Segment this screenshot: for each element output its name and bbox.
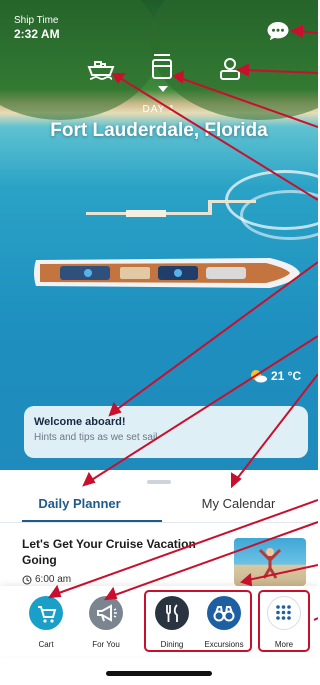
event-title[interactable]: Let's Get Your Cruise Vacation Going	[22, 536, 202, 568]
event-time-row: 6:00 am	[22, 574, 71, 585]
grid-icon	[276, 605, 291, 620]
ship-icon	[87, 61, 115, 80]
chat-icon	[267, 22, 289, 41]
tab-daily-planner[interactable]: Daily Planner	[0, 496, 159, 520]
event-thumbnail[interactable]	[234, 538, 306, 586]
day-label: DAY 1	[142, 104, 176, 115]
pier-illustration	[86, 200, 256, 217]
app-screen: Ship Time 2:32 AM DAY 1 Fort Lauderdale,…	[0, 0, 318, 685]
planner-icon	[152, 54, 172, 79]
fork-knife-icon	[166, 604, 178, 622]
profile-icon	[220, 58, 240, 80]
chat-button[interactable]	[266, 20, 290, 42]
clock-icon	[22, 575, 32, 584]
dining-label: Dining	[160, 640, 184, 649]
welcome-subtitle: Hints and tips as we set sail	[34, 432, 158, 443]
binoculars-icon	[213, 606, 235, 622]
excursions-label: Excursions	[204, 640, 244, 649]
planner-button[interactable]	[148, 52, 176, 82]
action-bar: Cart For You Dining Excursions More	[0, 586, 318, 656]
home-indicator	[106, 671, 212, 676]
cart-button[interactable]: Cart	[20, 592, 72, 649]
dining-button[interactable]: Dining	[146, 592, 198, 649]
cruise-ship-illustration	[34, 258, 300, 288]
excursions-button[interactable]: Excursions	[198, 592, 250, 649]
port-title: Fort Lauderdale, Florida	[50, 120, 268, 141]
more-label: More	[274, 640, 294, 649]
temperature: 21 °C	[271, 369, 302, 383]
more-button[interactable]: More	[258, 592, 310, 649]
weather-widget[interactable]: 21 °C	[250, 369, 301, 383]
hero-map: Ship Time 2:32 AM DAY 1 Fort Lauderdale,…	[0, 0, 318, 470]
megaphone-icon	[97, 604, 117, 622]
profile-button[interactable]	[215, 56, 245, 82]
ship-info-button[interactable]	[86, 56, 116, 82]
sun-cloud-icon	[251, 370, 267, 383]
for-you-label: For You	[92, 640, 120, 649]
welcome-card[interactable]: Welcome aboard! Hints and tips as we set…	[24, 406, 308, 458]
tab-divider	[0, 522, 318, 523]
welcome-title: Welcome aboard!	[34, 416, 126, 428]
cart-label: Cart	[38, 640, 54, 649]
tab-my-calendar[interactable]: My Calendar	[159, 496, 318, 520]
sheet-grabber[interactable]	[147, 480, 171, 484]
ship-time-label: Ship Time	[14, 15, 59, 26]
cart-icon	[38, 606, 57, 623]
event-time: 6:00 am	[35, 574, 72, 585]
caret-down-icon	[158, 86, 168, 92]
ship-time: 2:32 AM	[14, 27, 60, 41]
for-you-button[interactable]: For You	[80, 592, 132, 649]
event-photo	[258, 548, 282, 579]
